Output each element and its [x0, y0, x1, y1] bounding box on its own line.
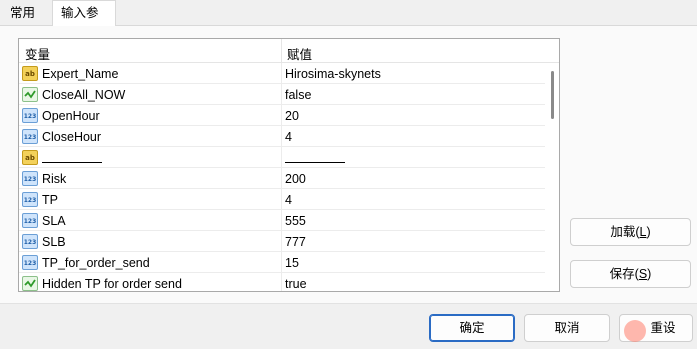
cell-divider [281, 105, 282, 126]
vertical-scrollbar[interactable] [547, 63, 559, 291]
save-button-label: 保存( [609, 267, 639, 281]
string-type-icon: ab [22, 150, 38, 165]
params-panel: 变量 赋值 ab Expert_Name Hirosima-skynets Close… [0, 26, 697, 304]
variable-value[interactable]: 4 [285, 193, 292, 207]
variable-value[interactable]: 15 [285, 256, 299, 270]
variable-name: CloseHour [42, 130, 102, 144]
variable-name: TP_for_order_send [42, 256, 150, 270]
cell-divider [281, 231, 282, 252]
variable-name: OpenHour [42, 109, 100, 123]
tab-bar: 常用 输入参数 [0, 0, 697, 44]
cancel-button[interactable]: 取消 [524, 314, 610, 342]
variable-name [42, 151, 102, 163]
table-row[interactable]: 123 TP_for_order_send 15 [19, 252, 545, 273]
integer-type-icon: 123 [22, 108, 38, 123]
boolean-type-icon [22, 276, 38, 291]
cell-divider [281, 210, 282, 231]
integer-type-icon: 123 [22, 213, 38, 228]
list-header: 变量 赋值 [19, 39, 559, 63]
cell-divider [281, 273, 282, 291]
variable-value[interactable]: true [285, 277, 307, 291]
variable-name: Risk [42, 172, 67, 186]
variable-name: TP [42, 193, 58, 207]
table-row[interactable]: 123 OpenHour 20 [19, 105, 545, 126]
column-header-value[interactable]: 赋值 [287, 44, 312, 63]
cell-divider [281, 63, 282, 84]
string-type-icon: ab [22, 66, 38, 81]
save-button[interactable]: 保存(S) [570, 260, 691, 288]
integer-type-icon: 123 [22, 255, 38, 270]
watermark-logo-icon [624, 320, 646, 342]
table-row[interactable]: 123 Risk 200 [19, 168, 545, 189]
integer-type-icon: 123 [22, 192, 38, 207]
variable-value[interactable] [285, 151, 345, 163]
cell-divider [281, 126, 282, 147]
load-button-paren: ) [646, 225, 651, 239]
tab-input-params[interactable]: 输入参数 [52, 0, 116, 44]
cell-divider [281, 147, 282, 168]
table-row[interactable]: 123 SLA 555 [19, 210, 545, 231]
cell-divider [281, 189, 282, 210]
cell-divider [281, 168, 282, 189]
save-button-hotkey: S [638, 267, 648, 281]
ok-button[interactable]: 确定 [429, 314, 515, 342]
load-button-label: 加载( [610, 225, 640, 239]
variable-value[interactable]: Hirosima-skynets [285, 67, 381, 81]
cell-divider [281, 84, 282, 105]
table-row[interactable]: 123 TP 4 [19, 189, 545, 210]
integer-type-icon: 123 [22, 234, 38, 249]
table-row[interactable]: ab [19, 147, 545, 168]
integer-type-icon: 123 [22, 171, 38, 186]
variable-name: SLA [42, 214, 66, 228]
column-header-variable[interactable]: 变量 [25, 44, 50, 63]
scrollbar-thumb[interactable] [551, 71, 554, 119]
table-row[interactable]: CloseAll_NOW false [19, 84, 545, 105]
boolean-type-icon [22, 87, 38, 102]
variable-name: CloseAll_NOW [42, 88, 126, 102]
variable-value[interactable]: 555 [285, 214, 306, 228]
tab-common[interactable]: 常用 [2, 2, 50, 26]
variable-value[interactable]: 20 [285, 109, 299, 123]
table-row[interactable]: 123 SLB 777 [19, 231, 545, 252]
cell-divider [281, 252, 282, 273]
variable-value[interactable]: 200 [285, 172, 306, 186]
table-row[interactable]: Hidden TP for order send true [19, 273, 545, 291]
params-list: 变量 赋值 ab Expert_Name Hirosima-skynets Close… [18, 38, 560, 292]
variable-value[interactable]: false [285, 88, 311, 102]
variable-name: Hidden TP for order send [42, 277, 182, 291]
column-divider[interactable] [281, 39, 282, 63]
save-button-paren: ) [647, 267, 652, 281]
cancel-button-label: 取消 [554, 321, 580, 335]
variable-value[interactable]: 777 [285, 235, 306, 249]
variable-value[interactable]: 4 [285, 130, 292, 144]
load-button[interactable]: 加载(L) [570, 218, 691, 246]
variable-name: SLB [42, 235, 66, 249]
table-row[interactable]: ab Expert_Name Hirosima-skynets [19, 63, 545, 84]
integer-type-icon: 123 [22, 129, 38, 144]
table-row[interactable]: 123 CloseHour 4 [19, 126, 545, 147]
variable-name: Expert_Name [42, 67, 119, 81]
ok-button-label: 确定 [459, 321, 485, 335]
